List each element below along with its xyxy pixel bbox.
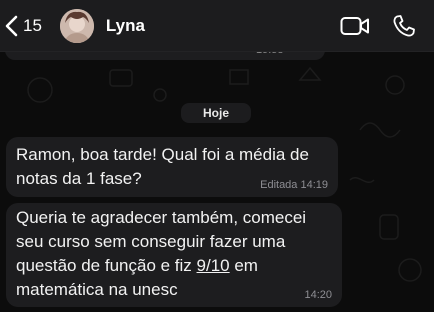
message-bubble[interactable]: Ramon, boa tarde! Qual foi a média de no… <box>6 137 338 197</box>
message-meta: 14:20 <box>304 289 332 301</box>
message-text-fragment: em <box>229 256 258 275</box>
score-link[interactable]: 9/10 <box>197 256 230 275</box>
contact-name[interactable]: Lyna <box>106 16 145 36</box>
message-text-fragment: questão de função e fiz <box>16 256 197 275</box>
chat-header: 15 Lyna <box>0 0 434 52</box>
message-line-with-link: questão de função e fiz 9/10 em <box>16 254 332 278</box>
back-button[interactable]: 15 <box>4 15 42 37</box>
message-line: Queria te agradecer também, comecei <box>16 208 307 227</box>
message-line: seu curso sem conseguir fazer uma <box>16 232 286 251</box>
message-bubble[interactable]: Queria te agradecer também, comecei seu … <box>6 203 342 307</box>
message-line: Ramon, boa tarde! Qual foi a média de <box>16 145 309 164</box>
chevron-left-icon <box>5 15 18 36</box>
date-separator: Hoje <box>181 103 251 123</box>
unread-count: 15 <box>23 15 42 35</box>
message-meta: Editada 14:19 <box>260 179 328 191</box>
message-line: matemática na unesc <box>16 280 178 299</box>
video-camera-icon[interactable] <box>340 16 370 36</box>
phone-icon[interactable] <box>392 14 416 38</box>
avatar[interactable] <box>59 8 94 43</box>
